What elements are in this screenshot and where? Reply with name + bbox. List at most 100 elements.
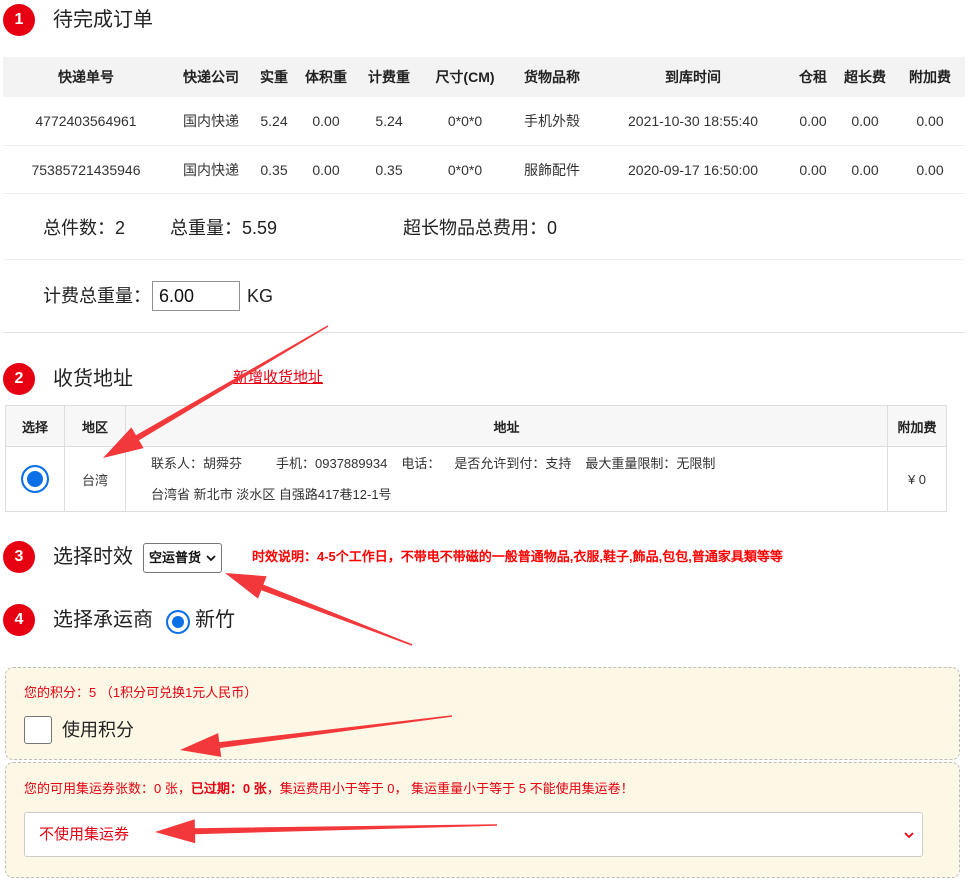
address-full-line: 台湾省 新北市 淡水区 自强路417巷12-1号 xyxy=(151,487,392,502)
billing-weight-unit: KG xyxy=(247,286,274,306)
cell-extra-fee: 0.00 xyxy=(895,97,965,146)
cell-size: 0*0*0 xyxy=(421,145,509,194)
cell-oversize-fee: 0.00 xyxy=(835,145,895,194)
col-header-oversize-fee: 超长费 xyxy=(835,57,895,97)
summary-total-count: 总件数：2 xyxy=(43,216,125,240)
cell-billing-weight: 0.35 xyxy=(357,145,421,194)
coupon-panel: 您的可用集运券张数：0 张，已过期：0 张，集运费用小于等于 0， 集运重量小于… xyxy=(5,762,960,878)
col-header-region: 地区 xyxy=(64,405,126,447)
use-points-checkbox[interactable] xyxy=(24,716,52,744)
col-header-volume-weight: 体积重 xyxy=(295,57,357,97)
table-row: 4772403564961 国内快递 5.24 0.00 5.24 0*0*0 … xyxy=(3,97,965,146)
step-badge-1: 1 xyxy=(3,4,35,36)
carrier-option-label: 新竹 xyxy=(195,609,235,631)
coupon-info: 您的可用集运券张数：0 张，已过期：0 张，集运费用小于等于 0， 集运重量小于… xyxy=(24,780,634,798)
step-badge-4: 4 xyxy=(3,604,35,636)
chevron-down-icon xyxy=(904,832,914,839)
section-title-carrier: 选择承运商 xyxy=(53,609,153,631)
points-panel: 您的积分：5 （1积分可兑换1元人民币） 使用积分 xyxy=(5,667,960,760)
cell-courier: 国内快递 xyxy=(169,145,253,194)
divider xyxy=(3,259,965,260)
address-table-head: 选择 地区 地址 附加费 xyxy=(5,405,947,447)
section-title-timing: 选择时效 xyxy=(53,546,133,568)
address-row: 台湾 联系人：胡舜芬 手机：0937889934 电话： 是否允许到付：支持 最大重量限… xyxy=(5,446,947,512)
cell-goods-name: 手机外殼 xyxy=(509,97,595,146)
cell-actual-weight: 0.35 xyxy=(253,145,295,194)
cell-extra-fee: 0.00 xyxy=(895,145,965,194)
cell-volume-weight: 0.00 xyxy=(295,97,357,146)
table-header-row: 快递单号 快递公司 实重 体积重 计费重 尺寸(CM) 货物品称 到库时间 仓租… xyxy=(3,57,965,97)
address-cod: 是否允许到付：支持 xyxy=(454,456,572,471)
coupon-count-text: 您的可用集运券张数：0 张， xyxy=(24,781,191,796)
orders-table: 快递单号 快递公司 实重 体积重 计费重 尺寸(CM) 货物品称 到库时间 仓租… xyxy=(3,57,965,194)
col-header-goods-name: 货物品称 xyxy=(509,57,595,97)
summary-oversize-fee: 超长物品总费用：0 xyxy=(403,216,557,240)
timing-select[interactable]: 空运普货 xyxy=(143,543,222,573)
use-points-label: 使用积分 xyxy=(62,720,134,740)
add-address-link[interactable]: 新增收货地址 xyxy=(233,368,323,388)
address-contact: 联系人：胡舜芬 xyxy=(151,456,243,471)
cell-address: 联系人：胡舜芬 手机：0937889934 电话： 是否允许到付：支持 最大重量限制：无… xyxy=(125,446,888,512)
timing-note: 时效说明：4-5个工作日，不带电不带磁的一般普通物品,衣服,鞋子,飾品,包包,普… xyxy=(252,549,783,564)
summary-total-count-value: 2 xyxy=(115,218,126,238)
table-header-row: 选择 地区 地址 附加费 xyxy=(5,405,947,447)
points-info: 您的积分：5 （1积分可兑换1元人民币） xyxy=(24,685,258,700)
cell-oversize-fee: 0.00 xyxy=(835,97,895,146)
cell-arrival-time: 2020-09-17 16:50:00 xyxy=(595,145,791,194)
address-max-weight: 最大重量限制：无限制 xyxy=(585,456,716,471)
section-divider xyxy=(3,332,965,333)
col-header-size: 尺寸(CM) xyxy=(421,57,509,97)
table-row: 75385721435946 国内快递 0.35 0.00 0.35 0*0*0… xyxy=(3,145,965,194)
cell-tracking-no: 4772403564961 xyxy=(3,97,169,146)
coupon-select[interactable]: 不使用集运券 xyxy=(24,812,923,857)
coupon-select-value: 不使用集运券 xyxy=(39,826,130,843)
section-title-orders: 待完成订单 xyxy=(53,9,153,31)
col-header-select: 选择 xyxy=(5,405,65,447)
timing-select-value: 空运普货 xyxy=(149,550,202,565)
summary-total-weight-label: 总重量： xyxy=(170,218,242,238)
address-details-line: 联系人：胡舜芬 手机：0937889934 电话： 是否允许到付：支持 最大重量限制：无… xyxy=(151,448,887,479)
step-badge-2: 2 xyxy=(3,363,35,395)
coupon-expired-text: 已过期：0 张 xyxy=(190,781,267,796)
coupon-rule-text: ，集运费用小于等于 0， 集运重量小于等于 5 不能使用集运卷！ xyxy=(266,781,634,796)
col-header-actual-weight: 实重 xyxy=(253,57,295,97)
cell-select xyxy=(5,446,65,512)
cell-billing-weight: 5.24 xyxy=(357,97,421,146)
cell-arrival-time: 2021-10-30 18:55:40 xyxy=(595,97,791,146)
orders-table-head: 快递单号 快递公司 实重 体积重 计费重 尺寸(CM) 货物品称 到库时间 仓租… xyxy=(3,57,965,97)
step-badge-3: 3 xyxy=(3,541,35,573)
cell-region: 台湾 xyxy=(64,446,126,512)
summary-total-weight: 总重量：5.59 xyxy=(170,216,277,240)
col-header-billing-weight: 计费重 xyxy=(357,57,421,97)
col-header-extra-fee: 附加费 xyxy=(895,57,965,97)
billing-weight-input[interactable] xyxy=(152,281,240,311)
cell-courier: 国内快递 xyxy=(169,97,253,146)
cell-size: 0*0*0 xyxy=(421,97,509,146)
col-header-address: 地址 xyxy=(125,405,888,447)
cell-volume-weight: 0.00 xyxy=(295,145,357,194)
address-select-radio[interactable] xyxy=(21,465,49,493)
summary-oversize-fee-label: 超长物品总费用： xyxy=(403,218,547,238)
summary-oversize-fee-value: 0 xyxy=(547,218,558,238)
address-mobile: 手机：0937889934 xyxy=(276,456,388,471)
billing-weight-label: 计费总重量： xyxy=(43,286,151,306)
col-header-tracking-no: 快递单号 xyxy=(3,57,169,97)
annotation-arrow xyxy=(225,573,413,646)
cell-goods-name: 服飾配件 xyxy=(509,145,595,194)
address-phone: 电话： xyxy=(401,456,441,471)
orders-table-body: 4772403564961 国内快递 5.24 0.00 5.24 0*0*0 … xyxy=(3,97,965,194)
cell-extra-fee: ¥ 0 xyxy=(887,446,947,512)
carrier-radio[interactable] xyxy=(166,610,190,634)
col-header-extra-fee: 附加费 xyxy=(887,405,947,447)
section-title-address: 收货地址 xyxy=(53,368,133,390)
cell-storage-fee: 0.00 xyxy=(791,97,835,146)
chevron-down-icon xyxy=(206,555,216,562)
cell-storage-fee: 0.00 xyxy=(791,145,835,194)
cell-tracking-no: 75385721435946 xyxy=(3,145,169,194)
summary-total-weight-value: 5.59 xyxy=(242,218,278,238)
col-header-storage-fee: 仓租 xyxy=(791,57,835,97)
cell-actual-weight: 5.24 xyxy=(253,97,295,146)
address-table: 选择 地区 地址 附加费 台湾 联系人：胡舜芬 手机：0937889934 电话： 是… xyxy=(5,405,947,512)
col-header-arrival-time: 到库时间 xyxy=(595,57,791,97)
address-table-body: 台湾 联系人：胡舜芬 手机：0937889934 电话： 是否允许到付：支持 最大重量限… xyxy=(5,446,947,512)
